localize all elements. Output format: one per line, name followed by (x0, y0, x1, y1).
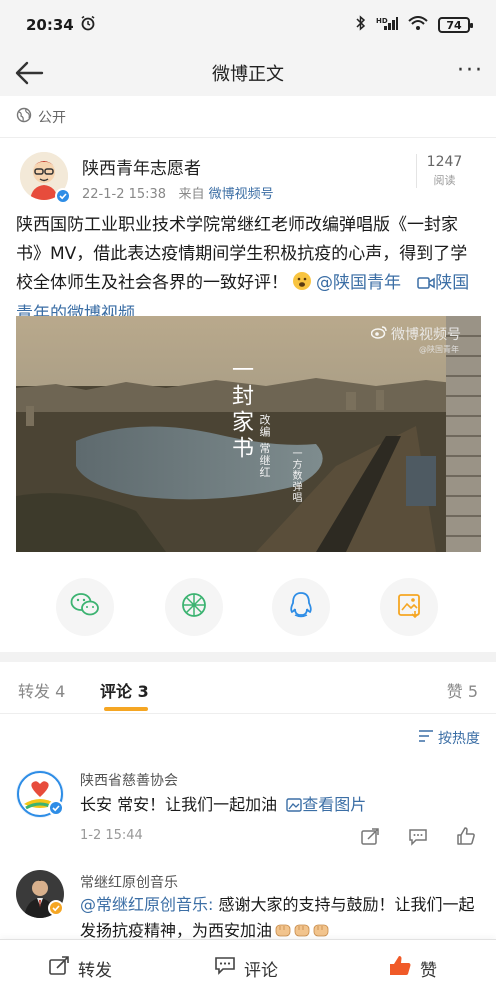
read-count: 1247 (426, 154, 463, 170)
source-prefix: 来自 (178, 187, 205, 202)
sort-icon (418, 729, 434, 747)
tab-comments-count: 3 (137, 682, 149, 701)
globe-icon (16, 107, 32, 127)
video-thumbnail[interactable]: 微博视频号 @陕国青年 一封家书 改编 常继红 一方数弹唱 (16, 316, 481, 552)
watermark-text: 微博视频号 (391, 327, 461, 343)
verified-badge-icon (55, 188, 71, 204)
comment-button[interactable]: 评论 (214, 940, 278, 995)
author-meta: 22-1-2 15:38 来自 微博视频号 (82, 183, 274, 202)
save-image-icon (396, 592, 422, 622)
comment-text: 长安 常安！让我们一起加油 查看图片 (80, 792, 480, 820)
wifi-icon (408, 16, 428, 34)
status-icons: HD 74 (356, 15, 473, 35)
video-watermark: 微博视频号 (370, 324, 461, 344)
comment-time: 1-2 15:44 (80, 828, 143, 843)
tab-reposts[interactable]: 转发 4 (18, 678, 65, 702)
more-options-icon[interactable]: ··· (457, 60, 484, 82)
share-wechat-button[interactable] (56, 578, 114, 636)
video-credit-1: 改编 常继红 (258, 414, 271, 479)
author-name[interactable]: 陕西青年志愿者 (82, 154, 201, 179)
battery-icon: 74 (438, 17, 473, 33)
bottom-action-bar: 转发 评论 赞 (0, 939, 496, 995)
status-time: 20:34 (26, 16, 74, 34)
back-arrow-icon[interactable] (12, 56, 48, 90)
weibo-logo-icon (370, 325, 387, 343)
tab-likes[interactable]: 赞 5 (447, 678, 478, 702)
grimace-emoji-icon (292, 271, 312, 291)
verified-badge-icon (48, 900, 64, 916)
svg-text:HD: HD (376, 17, 388, 25)
bluetooth-icon (356, 15, 366, 35)
alarm-icon (80, 15, 96, 35)
repost-icon (48, 955, 70, 981)
tab-likes-count: 5 (467, 682, 478, 701)
tab-reposts-count: 4 (55, 682, 66, 701)
comment-item: 常继红原创音乐 @常继红原创音乐: 感谢大家的支持与鼓励！让我们一起发扬抗疫精神… (0, 866, 496, 940)
comment-mention-link[interactable]: @常继红原创音乐: (80, 895, 213, 914)
like-button[interactable]: 赞 (388, 940, 437, 995)
visibility-label: 公开 (38, 109, 66, 126)
status-bar: 20:34 HD 74 (0, 0, 496, 50)
tab-reposts-label: 转发 (18, 682, 51, 701)
repost-label: 转发 (78, 960, 112, 981)
video-camera-icon (417, 271, 435, 300)
reply-comment-icon[interactable] (408, 828, 430, 848)
read-count-box: 1247 阅读 (416, 154, 472, 188)
save-image-button[interactable] (380, 578, 438, 636)
page-title: 微博正文 (212, 64, 284, 85)
active-tab-indicator (104, 707, 148, 711)
section-divider (0, 652, 496, 662)
comment-icon (214, 956, 236, 981)
signal-icon: HD (376, 16, 398, 34)
post-source-link[interactable]: 微博视频号 (209, 187, 274, 202)
post-time: 22-1-2 15:38 (82, 187, 167, 202)
moments-icon (180, 591, 208, 623)
wechat-icon (70, 592, 100, 622)
verified-badge-icon (48, 800, 64, 816)
image-icon (286, 794, 302, 820)
comment-item: 陕西省慈善协会 长安 常安！让我们一起加油 查看图片 1-2 15:44 (0, 764, 496, 858)
commenter-name[interactable]: 陕西省慈善协会 (80, 770, 178, 790)
sort-by-heat-button[interactable]: 按热度 (418, 728, 480, 748)
visibility-row: 公开 (0, 96, 496, 138)
read-label: 阅读 (433, 174, 456, 187)
comment-text: @常继红原创音乐: 感谢大家的支持与鼓励！让我们一起发扬抗疫精神，为西安加油 (80, 892, 480, 946)
like-icon (388, 955, 412, 982)
video-title: 一封家书 (228, 358, 253, 462)
tab-likes-label: 赞 (446, 682, 463, 701)
sort-label: 按热度 (438, 731, 480, 747)
sort-row: 按热度 (0, 726, 496, 752)
status-time-group: 20:34 (26, 15, 96, 35)
view-image-link[interactable]: 查看图片 (302, 795, 366, 814)
interaction-tabs: 转发 4 评论 3 赞 5 (0, 662, 496, 714)
like-comment-icon[interactable] (456, 826, 478, 846)
share-row (0, 572, 496, 644)
comment-label: 评论 (244, 960, 278, 981)
repost-button[interactable]: 转发 (48, 940, 112, 995)
nav-bar: 微博正文 ··· (0, 50, 496, 96)
repost-comment-icon[interactable] (360, 828, 382, 848)
commenter-name[interactable]: 常继红原创音乐 (80, 872, 178, 892)
qq-icon (289, 591, 313, 623)
like-label: 赞 (420, 960, 437, 981)
post-body: 陕西国防工业职业技术学院常继红老师改编弹唱版《一封家书》MV，借此表达疫情期间学… (16, 211, 482, 329)
tab-comments[interactable]: 评论 3 (100, 678, 149, 702)
video-credit-2: 一方数弹唱 (290, 448, 301, 503)
tab-comments-label: 评论 (100, 682, 133, 701)
share-qq-button[interactable] (272, 578, 330, 636)
mention-link[interactable]: @陕国青年 (316, 273, 401, 293)
video-watermark-sub: @陕国青年 (419, 345, 459, 354)
share-moments-button[interactable] (165, 578, 223, 636)
author-row: 陕西青年志愿者 22-1-2 15:38 来自 微博视频号 1247 阅读 (0, 146, 496, 208)
comment-body: 长安 常安！让我们一起加油 (80, 795, 278, 814)
